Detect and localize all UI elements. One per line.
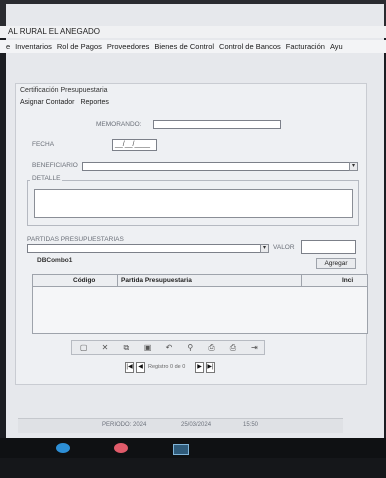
beneficiario-label: BENEFICIARIO	[32, 162, 78, 169]
beneficiario-dropdown-arrow-icon[interactable]: ▾	[349, 162, 358, 171]
menu-reportes[interactable]: Reportes	[80, 99, 108, 106]
nav-next-button[interactable]: ▶	[195, 362, 204, 373]
window-title: AL RURAL EL ANEGADO	[8, 27, 101, 36]
print-icon[interactable]: ⎙	[202, 341, 221, 354]
copy-icon[interactable]: ⧉	[117, 341, 136, 354]
status-fecha: 25/03/2024	[181, 422, 212, 428]
detalle-textarea[interactable]	[34, 189, 353, 218]
detalle-label: DETALLE	[30, 175, 63, 182]
menu-item-e[interactable]: e	[6, 42, 10, 51]
save-icon[interactable]: ▣	[138, 341, 157, 354]
memorandum-label: MEMORANDO:	[96, 121, 142, 128]
status-bar: PERIODO: 2024 25/03/2024 15:50	[18, 418, 343, 433]
menu-item-bienes-de-control[interactable]: Bienes de Control	[154, 42, 214, 51]
status-periodo: PERIODO: 2024	[102, 422, 147, 428]
menu-item-facturacion[interactable]: Facturación	[286, 42, 325, 51]
nav-first-button[interactable]: |◀	[125, 362, 134, 373]
edge-browser-icon[interactable]	[56, 443, 70, 453]
grid-header: Código Partida Presupuestaria Inci	[33, 275, 367, 287]
form-menubar: Asignar Contador Reportes	[20, 99, 109, 106]
menu-asignar-contador[interactable]: Asignar Contador	[20, 99, 74, 106]
main-menubar: e Inventarios Rol de Pagos Proveedores B…	[0, 40, 386, 53]
firefox-icon[interactable]	[114, 443, 128, 453]
monitor-bezel-bottom	[0, 458, 386, 478]
undo-icon[interactable]: ↶	[159, 341, 178, 354]
valor-input[interactable]	[301, 240, 356, 254]
partidas-grid[interactable]: Código Partida Presupuestaria Inci	[32, 274, 368, 334]
fecha-input[interactable]: __/__/____	[112, 139, 157, 151]
status-hora: 15:50	[243, 422, 259, 428]
menu-item-inventarios[interactable]: Inventarios	[15, 42, 52, 51]
grid-col-inci[interactable]: Inci	[342, 277, 353, 284]
grid-col-separator	[301, 275, 302, 286]
menu-item-control-de-bancos[interactable]: Control de Bancos	[219, 42, 281, 51]
agregar-button[interactable]: Agregar	[316, 258, 356, 269]
nav-last-button[interactable]: ▶|	[206, 362, 215, 373]
menu-item-rol-de-pagos[interactable]: Rol de Pagos	[57, 42, 102, 51]
certificacion-form: Certificación Presupuestaria Asignar Con…	[15, 83, 368, 385]
find-icon[interactable]: ⚲	[181, 341, 200, 354]
record-toolbar: ▢ ✕ ⧉ ▣ ↶ ⚲ ⎙ ⎙ ⇥	[71, 340, 265, 355]
dbcombo-label: DBCombo1	[37, 257, 73, 264]
partidas-combo[interactable]	[27, 244, 269, 253]
nav-prev-button[interactable]: ◀	[136, 362, 145, 373]
exit-icon[interactable]: ⇥	[245, 341, 264, 354]
grid-col-partida[interactable]: Partida Presupuestaria	[121, 277, 192, 284]
valor-label: VALOR	[273, 244, 295, 251]
nav-record-text: Registro 0 de 0	[148, 364, 186, 370]
menu-item-ayuda[interactable]: Ayu	[330, 42, 343, 51]
fecha-label: FECHA	[32, 141, 55, 148]
delete-icon[interactable]: ✕	[95, 341, 114, 354]
partidas-label: PARTIDAS PRESUPUESTARIAS	[27, 236, 124, 243]
grid-col-separator	[117, 275, 118, 286]
record-navigator: |◀ ◀ Registro 0 de 0 ▶ ▶|	[125, 362, 215, 374]
grid-col-codigo[interactable]: Código	[73, 277, 95, 284]
window-titlebar: AL RURAL EL ANEGADO	[0, 26, 386, 38]
form-title: Certificación Presupuestaria	[20, 87, 108, 94]
beneficiario-combo[interactable]	[82, 162, 358, 171]
memorandum-input[interactable]	[153, 120, 281, 129]
partidas-dropdown-arrow-icon[interactable]: ▾	[260, 244, 269, 253]
detalle-group: DETALLE	[27, 175, 359, 226]
print-preview-icon[interactable]: ⎙	[223, 341, 242, 354]
new-icon[interactable]: ▢	[74, 341, 93, 354]
app-window-icon[interactable]	[173, 444, 189, 455]
menu-item-proveedores[interactable]: Proveedores	[107, 42, 150, 51]
